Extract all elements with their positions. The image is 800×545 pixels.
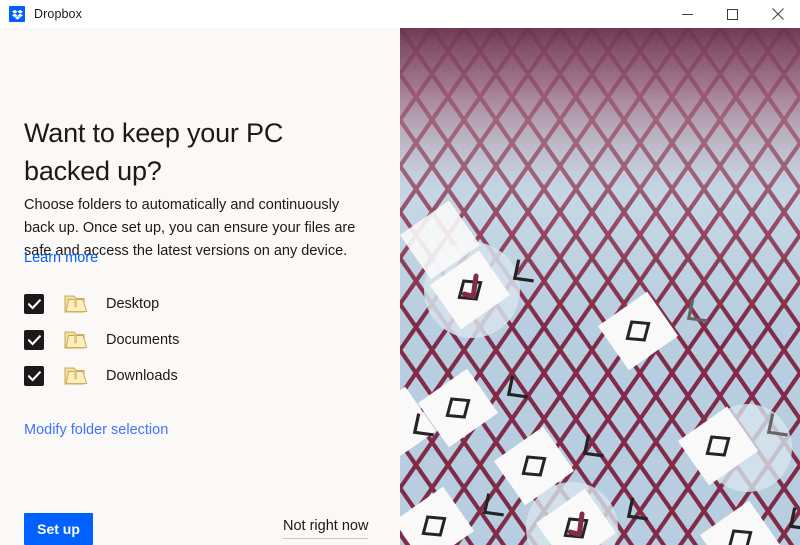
window-title: Dropbox — [34, 7, 82, 21]
title-bar: Dropbox — [0, 0, 800, 28]
dropbox-logo-icon — [9, 6, 25, 22]
folder-selection-list: Desktop Documents Downloads — [24, 286, 354, 394]
close-icon[interactable] — [755, 0, 800, 28]
folder-row-documents[interactable]: Documents — [24, 322, 354, 358]
page-title: Want to keep your PC backed up? — [24, 118, 284, 187]
folder-icon — [63, 293, 89, 315]
minimize-icon[interactable] — [665, 0, 710, 28]
folder-label: Documents — [106, 332, 180, 348]
folder-row-downloads[interactable]: Downloads — [24, 358, 354, 394]
modify-folder-selection-link[interactable]: Modify folder selection — [24, 420, 168, 441]
checkbox-checked-icon[interactable] — [24, 330, 44, 350]
folder-icon — [63, 329, 89, 351]
folder-icon — [63, 365, 89, 387]
dropbox-backup-window: Dropbox Want to keep your PC backed up? … — [0, 0, 800, 545]
setup-button[interactable]: Set up — [24, 513, 93, 545]
checkbox-checked-icon[interactable] — [24, 366, 44, 386]
title-bar-left-group: Dropbox — [0, 0, 665, 28]
folder-row-desktop[interactable]: Desktop — [24, 286, 354, 322]
maximize-icon[interactable] — [710, 0, 755, 28]
window-controls — [665, 0, 800, 28]
not-right-now-button[interactable]: Not right now — [283, 518, 369, 539]
content-pane: Want to keep your PC backed up? Choose f… — [0, 28, 400, 545]
backup-lattice-illustration — [400, 28, 800, 545]
learn-more-link[interactable]: Learn more — [24, 248, 98, 269]
checkbox-checked-icon[interactable] — [24, 294, 44, 314]
folder-label: Desktop — [106, 296, 160, 312]
folder-label: Downloads — [106, 368, 178, 384]
